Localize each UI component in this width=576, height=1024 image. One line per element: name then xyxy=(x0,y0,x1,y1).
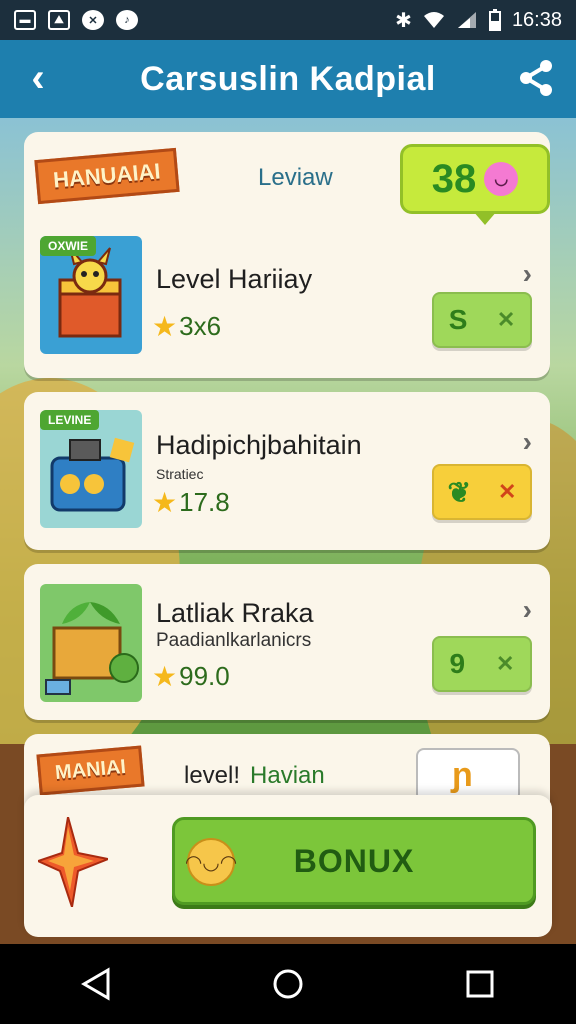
score-badge[interactable]: 38 ◡ xyxy=(400,144,550,225)
item-rating: ★ 99.0 xyxy=(152,660,230,693)
nav-back-button[interactable] xyxy=(66,954,126,1014)
chevron-right-icon[interactable]: › xyxy=(523,594,532,626)
item-thumbnail xyxy=(40,584,142,702)
battery-icon xyxy=(488,9,501,31)
star-icon: ★ xyxy=(152,311,178,342)
featured-banner: HANUAIAI xyxy=(34,147,180,205)
app-header: ‹ Carsuslin Kadpial xyxy=(0,40,576,118)
chevron-right-icon[interactable]: › xyxy=(523,258,532,290)
share-button[interactable] xyxy=(516,58,556,98)
image-notification-icon: ⛰ xyxy=(48,10,70,30)
action-label: 9 xyxy=(449,648,466,679)
item-tag: LEVINE xyxy=(40,410,100,430)
crate-icon xyxy=(45,602,139,695)
chevron-left-icon: ‹ xyxy=(31,55,45,100)
back-button[interactable]: ‹ xyxy=(18,56,58,100)
item-tag: OXWIE xyxy=(40,236,97,256)
action-label: S xyxy=(448,304,468,335)
item-rating: ★ 3x6 xyxy=(152,310,221,343)
item-thumbnail: OXWIE xyxy=(40,236,142,354)
chevron-right-icon[interactable]: › xyxy=(523,426,532,458)
bluetooth-icon: ✱ xyxy=(395,9,412,32)
rating-value: 17.8 xyxy=(179,487,230,517)
score-value: 38 xyxy=(431,156,477,201)
tools-notification-icon: ✕ xyxy=(82,10,104,30)
item-title[interactable]: Hadipichjbahitain xyxy=(156,430,362,461)
rating-value: 99.0 xyxy=(179,661,230,691)
nav-recents-button[interactable] xyxy=(450,954,510,1014)
label-text: Havian xyxy=(250,762,325,789)
item-action-button[interactable]: ❦ ✕ xyxy=(432,464,532,520)
item-action-button[interactable]: 9 ✕ xyxy=(432,636,532,692)
item-subtitle: Stratiec xyxy=(156,466,204,482)
signal-icon xyxy=(457,12,476,28)
bottom-card-label: level! Havian xyxy=(184,762,325,790)
dragon-icon: ❦ xyxy=(447,476,471,508)
item-subtitle: Paadianlkarlanicrs xyxy=(156,630,312,651)
item-action-button[interactable]: S ✕ xyxy=(432,292,532,348)
notification-icon: ▬ xyxy=(14,10,36,30)
label-prefix: level! xyxy=(184,762,241,789)
bonus-panel: ◠◡◠ BONUX xyxy=(24,795,552,937)
app-notification-icon: ♪ xyxy=(116,10,138,30)
featured-card: HANUAIAI Leviaw 38 ◡ OXWIE Level Hariiay… xyxy=(24,132,550,378)
list-item: LEVINE Hadipichjbahitain Stratiec ★ 17.8… xyxy=(24,392,550,550)
list-item: Latliak Rraka Paadianlkarlanicrs ★ 99.0 … xyxy=(24,564,550,720)
navigation-bar xyxy=(0,944,576,1024)
bonus-button[interactable]: ◠◡◠ BONUX xyxy=(172,817,536,905)
featured-label: Leviaw xyxy=(258,164,333,191)
smiley-icon: ◡ xyxy=(484,162,519,196)
shuffle-icon: ✕ xyxy=(498,479,517,504)
rating-value: 3x6 xyxy=(179,311,222,341)
item-title[interactable]: Latliak Rraka xyxy=(156,598,314,629)
item-title[interactable]: Level Hariiay xyxy=(156,264,312,295)
page-title: Carsuslin Kadpial xyxy=(140,59,436,98)
status-bar: ▬ ⛰ ✕ ♪ ✱ 16:38 xyxy=(0,0,576,40)
star-burst-icon[interactable] xyxy=(38,817,108,907)
hook-icon: ɲ xyxy=(452,756,473,794)
cat-face-icon: ◠◡◠ xyxy=(185,838,237,886)
nav-home-button[interactable] xyxy=(258,954,318,1014)
item-rating: ★ 17.8 xyxy=(152,486,230,519)
shuffle-icon: ✕ xyxy=(496,651,515,676)
item-thumbnail: LEVINE xyxy=(40,410,142,528)
bottom-card-button[interactable]: ɲ xyxy=(416,748,520,802)
star-icon: ★ xyxy=(152,487,178,518)
wifi-icon xyxy=(423,12,444,28)
star-icon: ★ xyxy=(152,661,178,692)
shuffle-icon: ✕ xyxy=(496,307,516,332)
clock: 16:38 xyxy=(511,8,562,31)
bottom-banner: MANIAI xyxy=(36,745,145,796)
bonus-label: BONUX xyxy=(293,842,415,879)
